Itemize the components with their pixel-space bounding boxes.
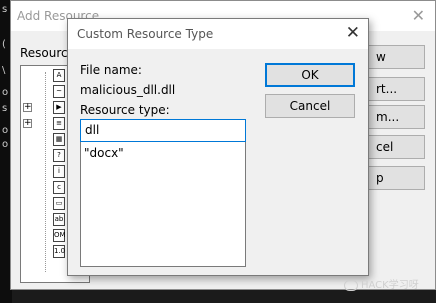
watermark: HACK学习呀: [344, 276, 419, 291]
file-name-label: File name:: [80, 63, 142, 77]
add-resource-close-icon[interactable]: ✕: [412, 6, 425, 25]
add-resource-cancel-button[interactable]: cel: [365, 135, 425, 159]
watermark-text: HACK学习呀: [361, 280, 419, 291]
icon-resource-icon: i: [53, 165, 65, 178]
button-label: m...: [376, 110, 400, 124]
dialog-bar-icon: ▦: [53, 133, 65, 146]
resource-type-input[interactable]: [85, 123, 235, 137]
version-icon: 1.0: [53, 245, 65, 258]
button-label: rt...: [376, 82, 398, 96]
list-item[interactable]: "docx": [84, 146, 124, 160]
cursor-resource-icon: c: [53, 181, 65, 194]
file-name-value: malicious_dll.dll: [80, 83, 176, 97]
close-icon[interactable]: ✕: [346, 23, 360, 43]
cursor-icon: ▶: [53, 101, 65, 114]
string-table-icon: ab: [53, 213, 65, 226]
expand-icon[interactable]: +: [23, 103, 32, 112]
button-label: p: [376, 171, 384, 185]
button-label: w: [376, 50, 386, 64]
html-icon: ?: [53, 149, 65, 162]
strip-glyph: s: [2, 4, 8, 15]
menu-icon: ▭: [53, 197, 65, 210]
button-label: cel: [376, 140, 394, 154]
resource-type-label: Resource type:: [80, 103, 170, 117]
strip-glyph: o: [2, 125, 9, 136]
add-resource-custom-button[interactable]: m...: [365, 105, 425, 129]
dialog-title: Custom Resource Type: [77, 27, 214, 41]
expand-icon[interactable]: +: [23, 119, 32, 128]
toolbar-icon: OM: [53, 229, 66, 242]
strip-glyph: s: [2, 103, 8, 114]
strip-glyph: o: [2, 87, 9, 98]
custom-resource-type-dialog: Custom Resource Type ✕ File name: malici…: [67, 18, 369, 276]
wechat-icon: [344, 279, 358, 291]
strip-glyph: \: [2, 65, 6, 76]
strip-glyph: o: [2, 139, 9, 150]
add-resource-help-button[interactable]: p: [365, 166, 425, 190]
dialog-titlebar: Custom Resource Type ✕: [68, 19, 368, 49]
dialog-icon: ≡: [53, 117, 65, 130]
resource-type-list[interactable]: "docx": [80, 142, 246, 267]
ok-button[interactable]: OK: [265, 63, 355, 87]
strip-glyph: (: [2, 39, 6, 50]
cancel-button[interactable]: Cancel: [265, 94, 355, 118]
bitmap-icon: ~: [53, 85, 65, 98]
accelerator-icon: A: [53, 69, 65, 82]
add-resource-new-button[interactable]: w: [365, 45, 425, 69]
add-resource-import-button[interactable]: rt...: [365, 77, 425, 101]
resource-type-field[interactable]: [80, 119, 246, 142]
